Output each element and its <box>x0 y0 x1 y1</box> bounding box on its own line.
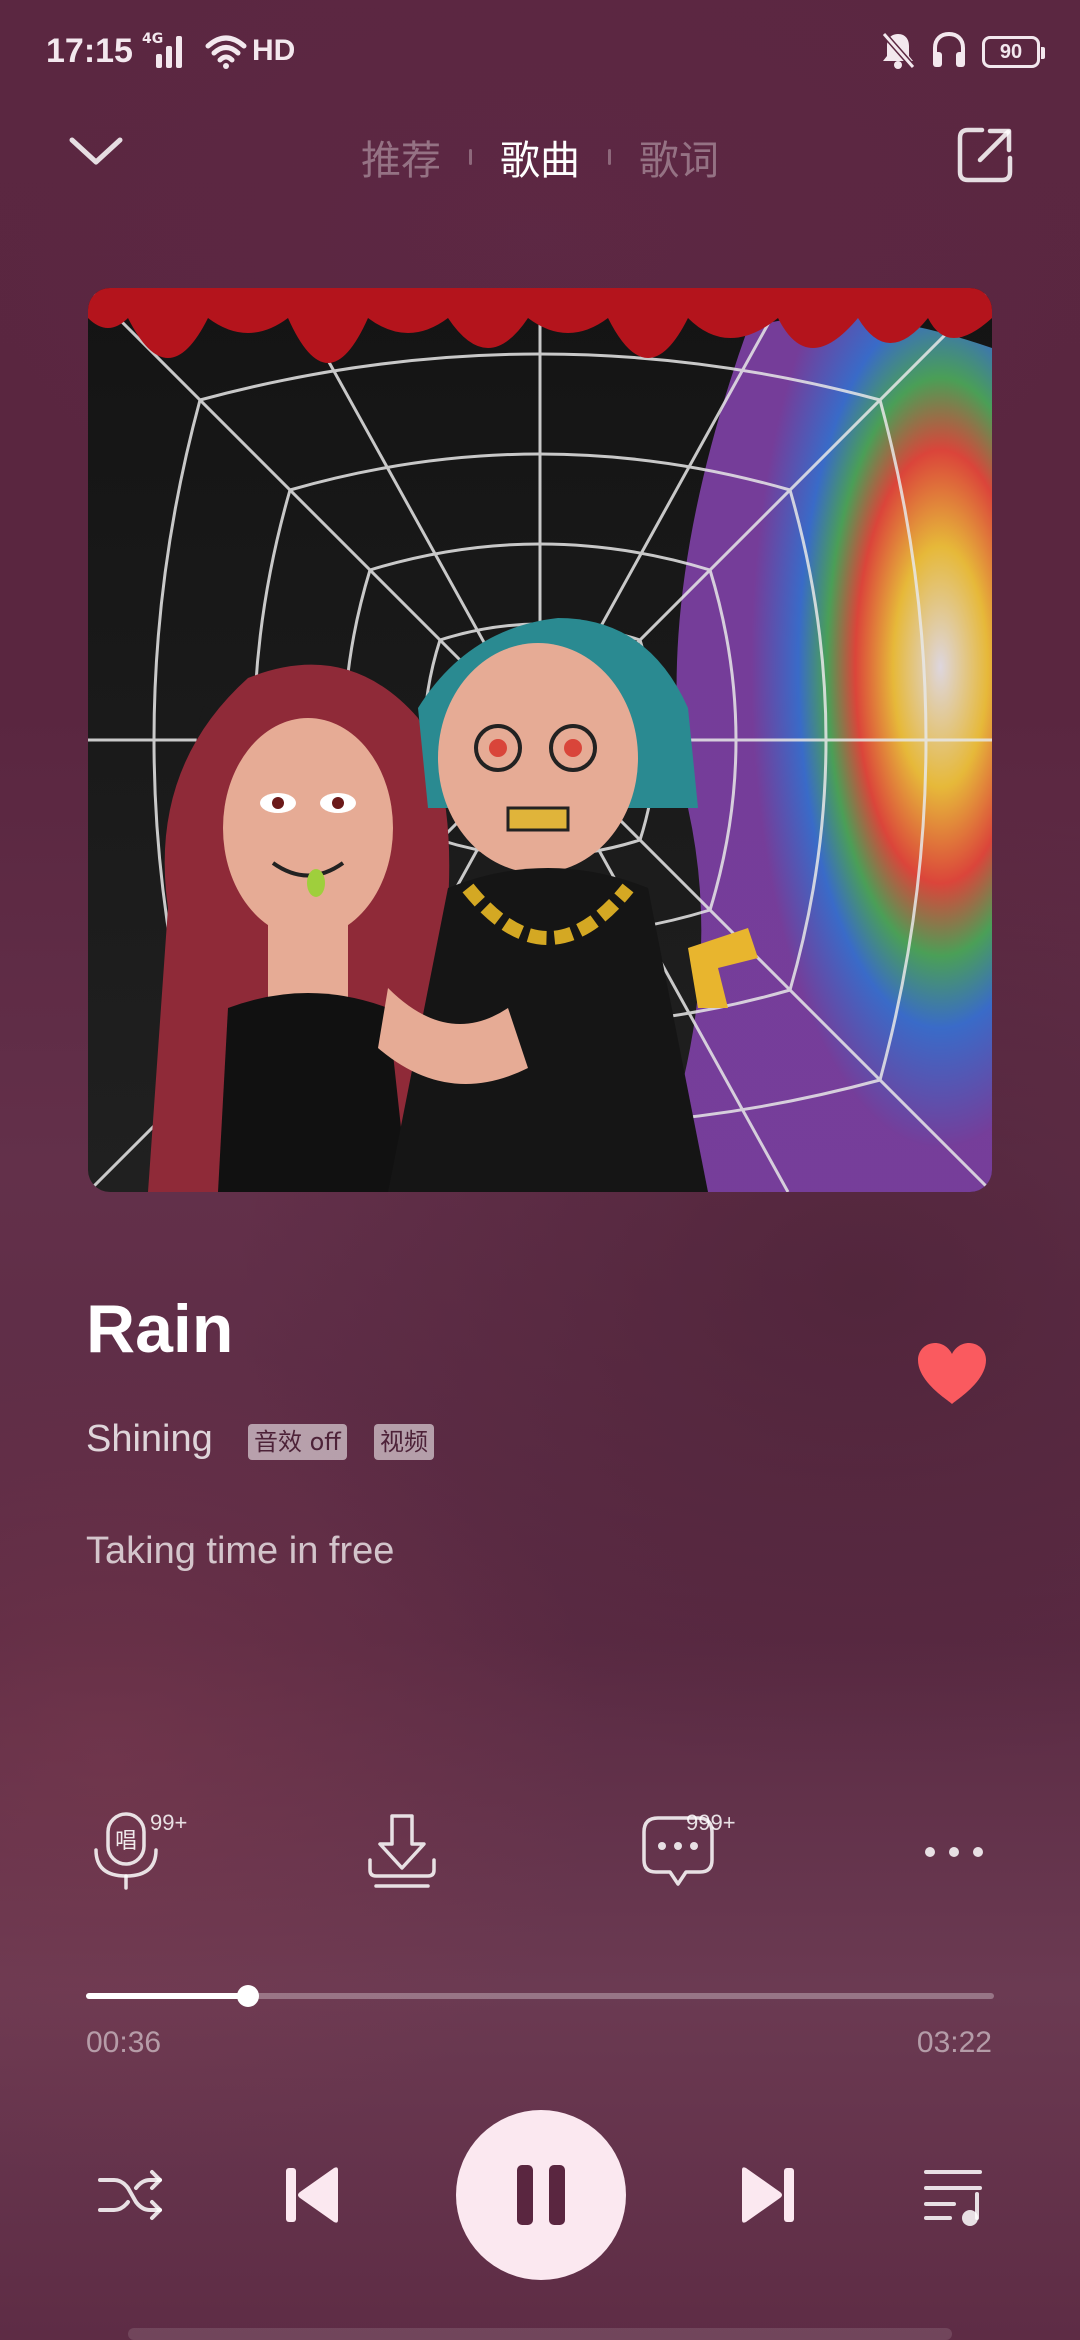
album-artwork-image <box>88 288 992 1192</box>
status-bar: 17:15 4G HD 90 <box>0 0 1080 110</box>
lyric-line[interactable]: Taking time in free <box>86 1530 394 1573</box>
shuffle-icon <box>98 2170 162 2220</box>
like-button[interactable] <box>914 1340 990 1408</box>
header-tabs: 推荐 歌曲 歌词 <box>0 128 1080 186</box>
sing-glyph: 唱 <box>115 1829 137 1854</box>
sing-count: 99+ <box>150 1810 188 1835</box>
tab-lyrics[interactable]: 歌词 <box>611 128 747 186</box>
headphones-icon <box>930 30 968 74</box>
tab-recommend[interactable]: 推荐 <box>333 128 469 186</box>
artist-name[interactable]: Shining <box>86 1418 213 1461</box>
status-right-group: 90 <box>880 30 1045 74</box>
hd-indicator: HD <box>252 34 296 67</box>
sound-effect-badge[interactable]: 音效 off <box>248 1424 347 1460</box>
share-icon <box>957 127 1013 183</box>
download-icon <box>368 1814 436 1888</box>
pause-icon <box>517 2165 565 2225</box>
progress-fill <box>86 1993 248 1999</box>
share-button[interactable] <box>954 124 1016 186</box>
next-icon <box>742 2167 794 2223</box>
shuffle-button[interactable] <box>96 2160 166 2230</box>
total-time: 03:22 <box>916 2026 992 2059</box>
next-button[interactable] <box>734 2160 804 2230</box>
status-time: 17:15 <box>46 32 133 70</box>
progress-handle[interactable] <box>237 1985 259 2007</box>
comment-count: 999+ <box>686 1810 736 1835</box>
previous-button[interactable] <box>276 2160 346 2230</box>
current-time: 00:36 <box>86 2026 162 2059</box>
playlist-button[interactable] <box>920 2160 990 2230</box>
more-icon <box>925 1847 983 1857</box>
previous-icon <box>286 2167 338 2223</box>
download-button[interactable] <box>362 1810 442 1890</box>
tab-song[interactable]: 歌曲 <box>472 128 608 186</box>
playlist-icon <box>924 2170 982 2226</box>
mute-icon <box>880 30 916 74</box>
song-title: Rain <box>86 1291 234 1367</box>
video-badge[interactable]: 视频 <box>374 1424 434 1460</box>
battery-indicator: 90 <box>982 36 1045 68</box>
heart-icon <box>918 1343 986 1404</box>
home-indicator[interactable] <box>128 2328 952 2340</box>
play-pause-button[interactable] <box>456 2110 626 2280</box>
album-cover[interactable] <box>88 288 992 1192</box>
more-button[interactable] <box>914 1810 994 1890</box>
wifi-icon <box>204 34 248 74</box>
